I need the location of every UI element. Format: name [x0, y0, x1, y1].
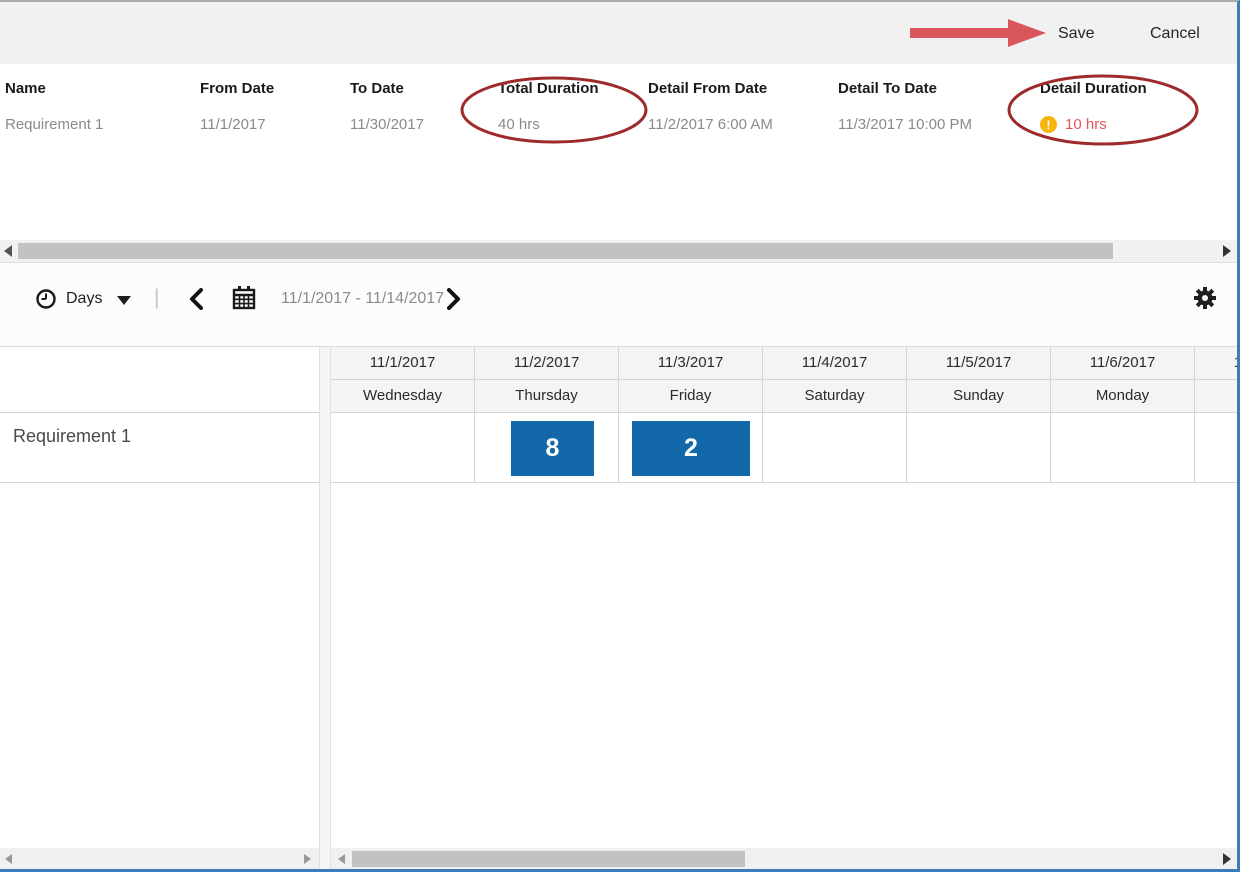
column-header: From Date	[200, 80, 274, 97]
scroll-right-arrow-icon[interactable]	[1223, 245, 1231, 257]
date-header-cell: 11/1/2017	[331, 347, 475, 380]
scrollbar-thumb[interactable]	[18, 243, 1113, 259]
toolbar-separator: |	[154, 286, 159, 310]
cell-value: 11/2/2017 6:00 AM	[648, 116, 773, 133]
timeline-pane-hscrollbar[interactable]	[331, 848, 1237, 870]
day-header-row: Wednesday Thursday Friday Saturday Sunda…	[331, 380, 1237, 413]
cell-value: Requirement 1	[5, 116, 103, 133]
cancel-button[interactable]: Cancel	[1150, 25, 1200, 43]
pane-splitter[interactable]	[319, 346, 331, 870]
cell-value-warning: ! 10 hrs	[1040, 116, 1107, 133]
scroll-left-arrow-icon[interactable]	[5, 854, 12, 864]
resource-pane: Requirement 1	[0, 346, 319, 848]
day-header-cell: Thursday	[475, 380, 619, 413]
date-range-label: 11/1/2017 - 11/14/2017	[281, 290, 444, 308]
cell-value: 11/1/2017	[200, 116, 266, 133]
next-chevron-icon[interactable]	[446, 288, 462, 310]
calendar-icon[interactable]	[232, 285, 256, 311]
day-header-cell: Saturday	[763, 380, 907, 413]
day-cell[interactable]	[1195, 413, 1237, 483]
day-cell[interactable]	[331, 413, 475, 483]
requirement-detail-grid: Name Requirement 1 From Date 11/1/2017 T…	[0, 64, 1237, 240]
timeline-toolbar: Days | 11/1/2017 - 11/14/2017	[0, 264, 1237, 346]
scroll-left-arrow-icon[interactable]	[338, 854, 345, 864]
day-cell[interactable]: 8	[475, 413, 619, 483]
column-header: Detail Duration	[1040, 80, 1147, 97]
day-header-cell: Tuesday	[1195, 380, 1237, 413]
dropdown-caret-icon[interactable]	[117, 296, 131, 305]
scheduler-window: Save Cancel Name Requirement 1 From Date…	[0, 0, 1240, 872]
top-action-bar: Save Cancel	[0, 2, 1237, 64]
allocation-row: 8 2	[331, 413, 1237, 483]
prev-chevron-icon[interactable]	[188, 288, 204, 310]
scroll-right-arrow-icon[interactable]	[304, 854, 311, 864]
day-cell[interactable]	[763, 413, 907, 483]
day-cell[interactable]	[1051, 413, 1195, 483]
detail-duration-text: 10 hrs	[1065, 116, 1107, 133]
cell-value: 11/30/2017	[350, 116, 424, 133]
date-header-cell: 11/5/2017	[907, 347, 1051, 380]
column-header: Detail From Date	[648, 80, 767, 97]
allocation-bar-thursday[interactable]: 8	[511, 421, 594, 476]
cell-value: 40 hrs	[498, 116, 540, 133]
day-header-cell: Monday	[1051, 380, 1195, 413]
column-header: Name	[5, 80, 46, 97]
allocation-bar-friday[interactable]: 2	[632, 421, 750, 476]
timeline-pane: 11/1/2017 11/2/2017 11/3/2017 11/4/2017 …	[331, 346, 1237, 848]
resource-pane-header	[0, 347, 319, 413]
clock-icon[interactable]	[35, 288, 57, 310]
date-header-cell: 11/2/2017	[475, 347, 619, 380]
day-header-cell: Wednesday	[331, 380, 475, 413]
column-header: Total Duration	[498, 80, 599, 97]
day-cell[interactable]	[907, 413, 1051, 483]
detail-grid-hscrollbar[interactable]	[0, 240, 1237, 263]
cell-value: 11/3/2017 10:00 PM	[838, 116, 972, 133]
day-header-cell: Friday	[619, 380, 763, 413]
resource-pane-hscrollbar[interactable]	[0, 848, 319, 870]
save-button[interactable]: Save	[1058, 25, 1094, 43]
date-header-row: 11/1/2017 11/2/2017 11/3/2017 11/4/2017 …	[331, 347, 1237, 380]
resource-row[interactable]: Requirement 1	[0, 413, 319, 483]
scroll-right-arrow-icon[interactable]	[1223, 853, 1231, 865]
column-header: To Date	[350, 80, 404, 97]
annotation-arrow-icon	[908, 17, 1048, 49]
date-header-cell: 11/4/2017	[763, 347, 907, 380]
scrollbar-thumb[interactable]	[352, 851, 745, 867]
scroll-left-arrow-icon[interactable]	[4, 245, 12, 257]
date-header-cell: 11/7/2017	[1195, 347, 1237, 380]
day-header-cell: Sunday	[907, 380, 1051, 413]
column-header: Detail To Date	[838, 80, 937, 97]
gear-icon[interactable]	[1193, 286, 1217, 310]
date-header-cell: 11/3/2017	[619, 347, 763, 380]
exclamation-circle-icon[interactable]: !	[1040, 116, 1057, 133]
view-mode-dropdown[interactable]: Days	[66, 290, 102, 308]
date-header-cell: 11/6/2017	[1051, 347, 1195, 380]
day-cell[interactable]: 2	[619, 413, 763, 483]
